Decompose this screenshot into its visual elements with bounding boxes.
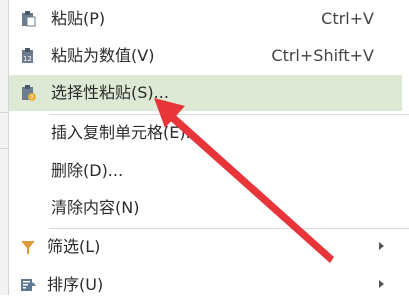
menu-item-label: 粘贴(P) [51,9,106,28]
menu-item-delete[interactable]: 删除(D)... [9,153,402,189]
sort-icon [21,279,36,291]
submenu-arrow-icon [379,242,384,250]
grid-line [0,112,8,113]
paste-special-icon: ? [22,85,36,102]
menu-item-clear-contents[interactable]: 清除内容(N) [9,190,402,226]
grid-line [0,148,8,149]
menu-item-label: 清除内容(N) [51,198,140,217]
filter-icon [21,241,35,254]
menu-item-label: 粘贴为数值(V) [51,46,155,65]
menu-item-paste-values[interactable]: 12 粘贴为数值(V) Ctrl+Shift+V [9,38,402,74]
menu-item-filter[interactable]: 筛选(L) [9,229,402,265]
shortcut-label: Ctrl+Shift+V [271,46,374,65]
shortcut-label: Ctrl+V [321,9,374,28]
menu-item-sort[interactable]: 排序(U) [9,267,402,303]
paste-values-icon: 12 [22,48,33,63]
paste-icon [22,11,36,27]
menu-item-label: 排序(U) [47,275,104,294]
menu-item-paste[interactable]: 粘贴(P) Ctrl+V [9,1,402,37]
svg-text:12: 12 [23,55,32,63]
spreadsheet-background [0,0,8,295]
context-menu: 粘贴(P) Ctrl+V 12 粘贴为数值(V) Ctrl+Shift+V ? … [8,0,409,295]
menu-item-label: 选择性粘贴(S)... [51,83,169,102]
svg-text:?: ? [30,95,33,102]
submenu-arrow-icon [379,280,384,288]
menu-item-label: 插入复制单元格(E)... [51,123,201,142]
menu-item-label: 筛选(L) [47,237,101,256]
menu-item-insert-copied-cells[interactable]: 插入复制单元格(E)... [9,115,402,151]
menu-item-paste-special[interactable]: ? 选择性粘贴(S)... [9,75,402,111]
menu-item-label: 删除(D)... [51,161,124,180]
